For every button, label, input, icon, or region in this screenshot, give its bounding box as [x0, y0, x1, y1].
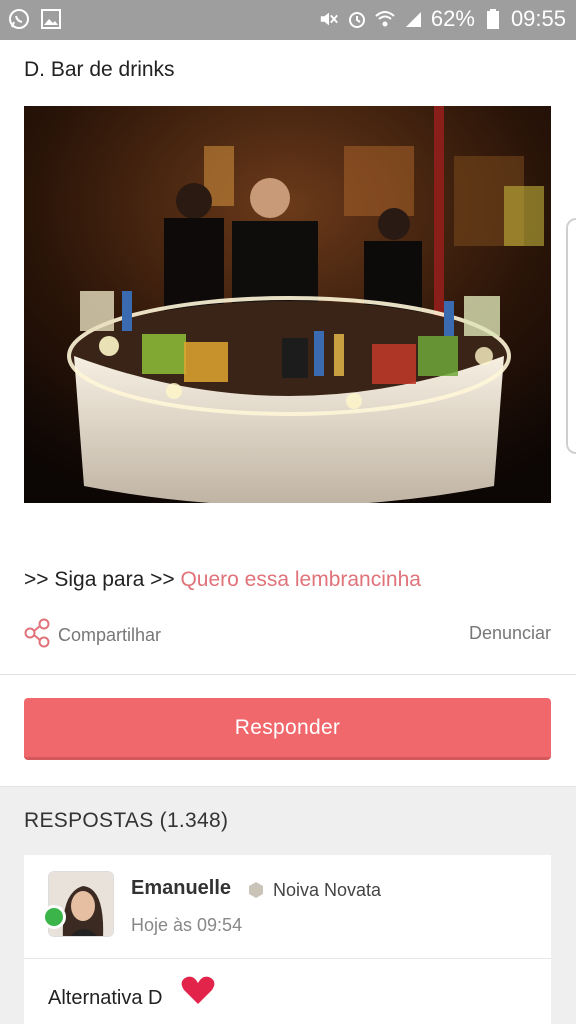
answers-section: RESPOSTAS (1.348) Emanuelle Noiva Novata… [0, 786, 576, 1024]
share-label: Compartilhar [58, 625, 162, 645]
divider [0, 674, 576, 675]
wifi-icon [375, 8, 395, 30]
author-name[interactable]: Emanuelle [131, 877, 231, 900]
share-icon [24, 618, 50, 653]
mute-icon [319, 8, 339, 30]
post-title: D. Bar de drinks [24, 58, 175, 81]
signal-icon [403, 8, 423, 30]
side-drawer-handle[interactable] [566, 218, 576, 454]
online-status-dot [42, 905, 66, 929]
image-icon [40, 8, 62, 30]
answer-text: Alternativa D [48, 987, 163, 1009]
follow-link[interactable]: Quero essa lembrancinha [180, 568, 420, 591]
report-button[interactable]: Denunciar [469, 623, 551, 644]
status-bar: 62% 09:55 [0, 0, 576, 40]
avatar-container[interactable] [42, 871, 114, 937]
post-actions: Compartilhar Denunciar [24, 618, 551, 650]
answer-time: Hoje às 09:54 [131, 915, 243, 935]
heart-icon [181, 975, 215, 1005]
battery-percent: 62% [430, 6, 475, 31]
post-photo[interactable] [24, 106, 551, 503]
whatsapp-icon [8, 8, 30, 30]
rank-badge-icon [248, 882, 264, 898]
answer-card: Emanuelle Noiva Novata Hoje às 09:54 Alt… [24, 855, 551, 1024]
share-button[interactable]: Compartilhar [24, 618, 161, 653]
answers-header: RESPOSTAS (1.348) [24, 809, 229, 832]
alarm-icon [347, 8, 367, 30]
reply-button[interactable]: Responder [24, 698, 551, 760]
card-divider [24, 958, 551, 959]
clock: 09:55 [510, 6, 566, 31]
battery-icon [483, 8, 503, 30]
follow-prefix: >> Siga para >> [24, 568, 181, 591]
follow-line: >> Siga para >> Quero essa lembrancinha [24, 568, 421, 592]
author-role: Noiva Novata [273, 880, 382, 900]
